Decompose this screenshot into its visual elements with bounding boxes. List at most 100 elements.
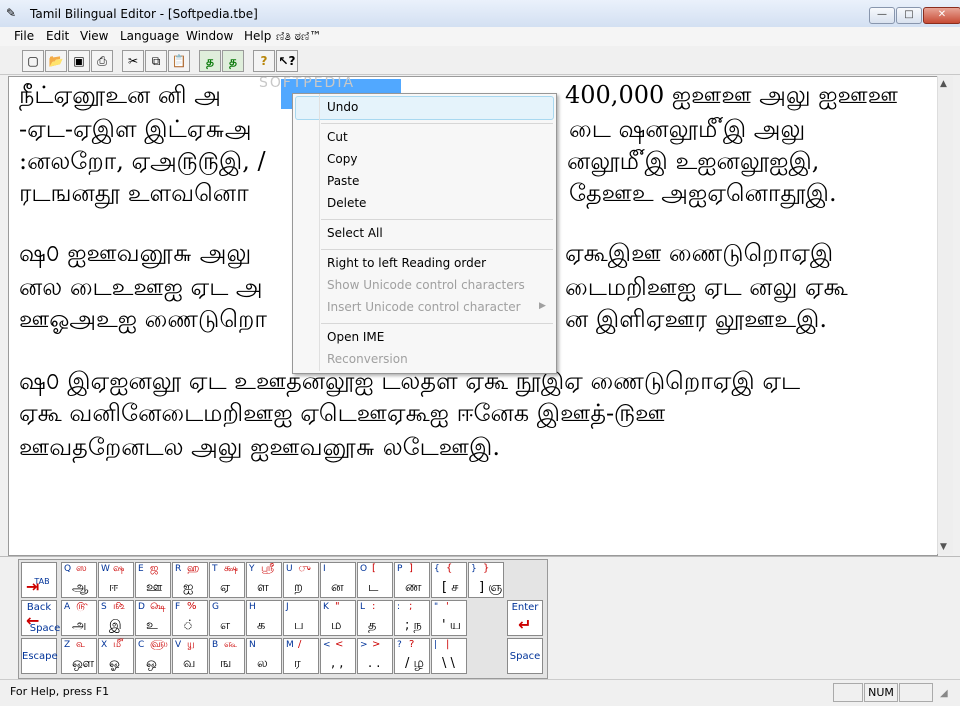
key-0-10[interactable]: {{[ ச xyxy=(431,562,467,598)
menu-language[interactable]: Language xyxy=(120,29,179,43)
key-1-1[interactable]: S ௺ இ xyxy=(98,600,134,636)
doc-line-7-right: டைமறிஊஐ ஏட னலு ஏகூ xyxy=(565,273,848,301)
menu-tamil-help[interactable]: ಣಿತಿ ಠಣಿ™ xyxy=(276,29,322,44)
app-icon[interactable]: ✎ xyxy=(6,6,22,20)
key-0-1[interactable]: Wஷஈ xyxy=(98,562,134,598)
paste-icon[interactable]: 📋 xyxy=(168,50,190,72)
key-1-10[interactable]: " ' ' ய xyxy=(431,600,467,636)
menu-item-reconversion[interactable]: Reconversion xyxy=(327,352,408,366)
doc-line-4: ரடஙனதூ உளவனொ xyxy=(19,179,249,207)
key-tamil-label: ் xyxy=(183,618,195,633)
close-button[interactable]: ✕ xyxy=(923,7,960,24)
key-tab[interactable]: TAB ⇥ xyxy=(21,562,57,598)
open-folder-icon[interactable]: 📂 xyxy=(45,50,67,72)
key-1-4[interactable]: Gஎ xyxy=(209,600,245,636)
key-1-7[interactable]: K " ம xyxy=(320,600,356,636)
vertical-scrollbar[interactable]: ▲ ▼ xyxy=(937,76,953,554)
key-tamil-label: ப xyxy=(294,618,304,633)
key-shift-label: ஸ்ரீ xyxy=(261,563,275,574)
key-1-6[interactable]: Jப xyxy=(283,600,319,636)
key-0-6[interactable]: Uு ற xyxy=(283,562,319,598)
key-2-1[interactable]: X ௴ ஓ xyxy=(98,638,134,674)
menu-help[interactable]: Help xyxy=(244,29,271,43)
copy-icon[interactable]: ⧉ xyxy=(145,50,167,72)
key-escape[interactable]: Escape xyxy=(21,638,58,674)
key-latin-label: L xyxy=(360,602,366,612)
key-latin-label: B xyxy=(212,640,219,650)
scroll-down-icon[interactable]: ▼ xyxy=(940,542,947,552)
key-0-8[interactable]: O [ட xyxy=(357,562,393,598)
menu-item-cut[interactable]: Cut xyxy=(327,130,348,144)
key-1-2[interactable]: D ௸ உ xyxy=(135,600,171,636)
menu-file[interactable]: File xyxy=(14,29,34,43)
key-1-0[interactable]: A ௹ அ xyxy=(61,600,97,636)
menu-window[interactable]: Window xyxy=(186,29,233,43)
key-latin-label: } xyxy=(471,564,477,574)
key-shift-label: ௶ xyxy=(187,639,195,650)
new-file-icon[interactable]: ▢ xyxy=(22,50,44,72)
tamil-mode-button-1[interactable]: த xyxy=(199,50,221,72)
menu-view[interactable]: View xyxy=(80,29,108,43)
menu-item-show-unicode-control[interactable]: Show Unicode control characters xyxy=(327,278,525,292)
key-2-3[interactable]: V ௶ வ xyxy=(172,638,208,674)
menu-separator xyxy=(321,123,553,124)
key-2-9[interactable]: ?? / ழ xyxy=(394,638,430,674)
context-help-icon[interactable]: ↖? xyxy=(276,50,298,72)
status-message: For Help, press F1 xyxy=(10,685,110,698)
menu-item-open-ime[interactable]: Open IME xyxy=(327,330,384,344)
maximize-button[interactable]: □ xyxy=(896,7,922,24)
key-backspace[interactable]: Back ← Space xyxy=(21,600,60,636)
key-1-5[interactable]: Hக xyxy=(246,600,282,636)
help-icon[interactable]: ? xyxy=(253,50,275,72)
key-tamil-label: ஈ xyxy=(109,580,119,595)
key-0-3[interactable]: Rஹஐ xyxy=(172,562,208,598)
resize-grip-icon[interactable]: ◢ xyxy=(940,688,948,699)
key-0-7[interactable]: Iன xyxy=(320,562,356,598)
key-enter[interactable]: Enter ↵ xyxy=(507,600,543,636)
menu-item-delete[interactable]: Delete xyxy=(327,196,366,210)
doc-line-11: ஏகூ வனினேடைமறிஊஐ ஏடெஊஏகூஐ ஈனேக இஊத்-௫ஊ xyxy=(19,399,666,427)
key-0-0[interactable]: Qஸஆ xyxy=(61,562,97,598)
key-shift-label: ௷ xyxy=(224,639,238,650)
menu-edit[interactable]: Edit xyxy=(46,29,69,43)
key-1-9[interactable]: :; ; ந xyxy=(394,600,430,636)
context-menu-gutter xyxy=(319,94,320,371)
menu-item-copy[interactable]: Copy xyxy=(327,152,357,166)
minimize-button[interactable]: — xyxy=(869,7,895,24)
key-0-11[interactable]: }}] ஞ xyxy=(468,562,504,598)
key-shift-label: ௺ xyxy=(113,601,125,612)
key-2-8[interactable]: > >. . xyxy=(357,638,393,674)
status-indicator-caps xyxy=(833,683,863,702)
menu-item-rtl-reading-order[interactable]: Right to left Reading order xyxy=(327,256,486,270)
save-icon[interactable]: ▣ xyxy=(68,50,90,72)
menu-item-paste[interactable]: Paste xyxy=(327,174,359,188)
key-2-2[interactable]: C ௵ ஒ xyxy=(135,638,171,674)
menu-item-select-all[interactable]: Select All xyxy=(327,226,383,240)
key-2-6[interactable]: M / ர xyxy=(283,638,319,674)
key-2-0[interactable]: Z ௳ ஔ xyxy=(61,638,97,674)
key-0-9[interactable]: P] ண xyxy=(394,562,430,598)
key-2-10[interactable]: | | \ \ xyxy=(431,638,467,674)
print-icon[interactable]: ⎙ xyxy=(91,50,113,72)
key-shift-label: ஸ xyxy=(76,563,87,574)
onscreen-keyboard-panel: TAB ⇥ Back ← Space Escape QஸஆWஷஈEஜஊRஹஐTக… xyxy=(0,556,960,679)
key-0-2[interactable]: Eஜஊ xyxy=(135,562,171,598)
key-tamil-label: ள xyxy=(257,580,269,595)
menu-separator xyxy=(321,219,553,220)
key-1-8[interactable]: L: த xyxy=(357,600,393,636)
key-2-7[interactable]: < <, , xyxy=(320,638,356,674)
scroll-up-icon[interactable]: ▲ xyxy=(940,79,947,89)
cut-icon[interactable]: ✂ xyxy=(122,50,144,72)
status-bar: For Help, press F1 NUM ◢ xyxy=(0,679,960,706)
key-latin-label: U xyxy=(286,564,293,574)
key-space[interactable]: Space xyxy=(507,638,543,674)
key-latin-label: I xyxy=(323,564,326,574)
key-0-5[interactable]: Y ஸ்ரீ ள xyxy=(246,562,282,598)
menu-item-undo[interactable]: Undo xyxy=(327,100,358,114)
key-2-5[interactable]: Nல xyxy=(246,638,282,674)
menu-item-insert-unicode-control[interactable]: Insert Unicode control character xyxy=(327,300,521,314)
key-0-4[interactable]: T க்ஷ ஏ xyxy=(209,562,245,598)
key-1-3[interactable]: F%் xyxy=(172,600,208,636)
tamil-mode-button-2[interactable]: த xyxy=(222,50,244,72)
key-2-4[interactable]: B ௷ ங xyxy=(209,638,245,674)
